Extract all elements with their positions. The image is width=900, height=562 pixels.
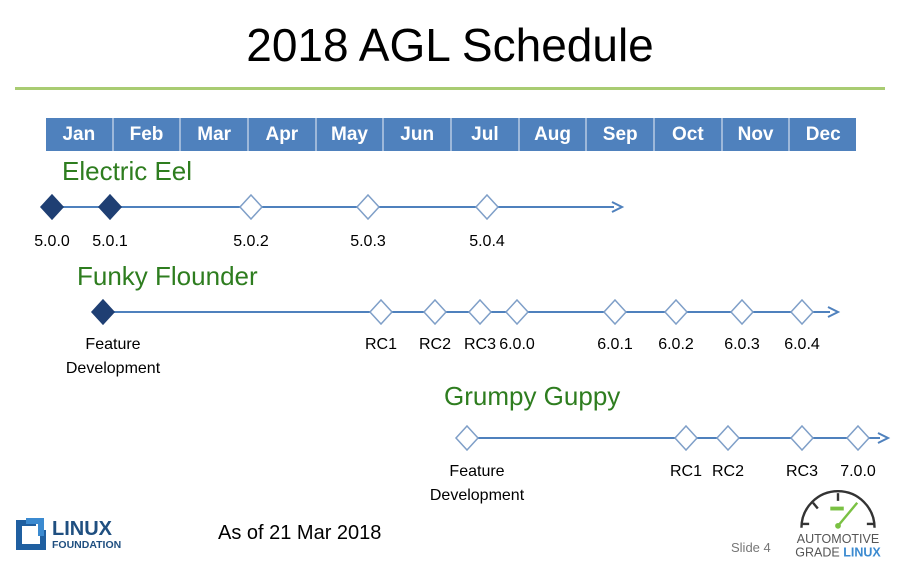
milestone-diamond — [422, 298, 448, 326]
milestone-diamond — [355, 193, 381, 221]
slide-number: Slide 4 — [731, 540, 771, 555]
milestone-diamond — [789, 424, 815, 452]
milestone-diamond — [663, 298, 689, 326]
milestone-label: 5.0.2 — [233, 233, 269, 250]
agl-logo: AUTOMOTIVE GRADE LINUX — [795, 490, 881, 560]
milestone-label: 6.0.1 — [597, 336, 633, 353]
milestone-label: 6.0.3 — [724, 336, 760, 353]
milestone-label: 6.0.2 — [658, 336, 694, 353]
milestone-label: 7.0.0 — [840, 463, 876, 480]
milestone-diamond — [39, 193, 65, 221]
milestone-label: RC3 — [463, 336, 497, 353]
milestone-label: 6.0.4 — [784, 336, 820, 353]
milestone-label: Feature Development — [429, 463, 525, 504]
milestone-diamond — [97, 193, 123, 221]
milestone-diamond — [454, 424, 480, 452]
milestone-diamond — [715, 424, 741, 452]
milestone-label: Feature Development — [65, 336, 161, 377]
svg-text:LINUX: LINUX — [52, 518, 113, 540]
milestone-label: RC1 — [669, 463, 703, 480]
milestone-diamond — [474, 193, 500, 221]
svg-text:GRADE LINUX: GRADE LINUX — [795, 546, 881, 560]
milestone-diamond — [368, 298, 394, 326]
milestone-diamond — [845, 424, 871, 452]
milestone-label: 6.0.0 — [499, 336, 535, 353]
milestone-diamond — [602, 298, 628, 326]
as-of-date: As of 21 Mar 2018 — [218, 522, 382, 544]
milestone-label: RC3 — [785, 463, 819, 480]
milestone-diamond — [729, 298, 755, 326]
slide: 2018 AGL Schedule Jan Feb Mar Apr May Jun Jul A… — [0, 0, 900, 562]
milestone-diamond — [467, 298, 493, 326]
milestone-diamond — [238, 193, 264, 221]
milestone-diamond — [673, 424, 699, 452]
milestone-diamond — [789, 298, 815, 326]
milestone-label: 5.0.1 — [92, 233, 128, 250]
milestone-diamond — [504, 298, 530, 326]
svg-text:AUTOMOTIVE: AUTOMOTIVE — [797, 532, 879, 546]
milestone-label: 5.0.4 — [469, 233, 505, 250]
milestone-label: RC2 — [418, 336, 452, 353]
linux-foundation-logo: LINUX FOUNDATION — [16, 518, 121, 551]
svg-text:FOUNDATION: FOUNDATION — [52, 539, 121, 551]
milestone-label: RC2 — [711, 463, 745, 480]
milestone-label: RC1 — [364, 336, 398, 353]
milestone-label: 5.0.0 — [34, 233, 70, 250]
milestone-label: 5.0.3 — [350, 233, 386, 250]
milestone-diamond — [90, 298, 116, 326]
